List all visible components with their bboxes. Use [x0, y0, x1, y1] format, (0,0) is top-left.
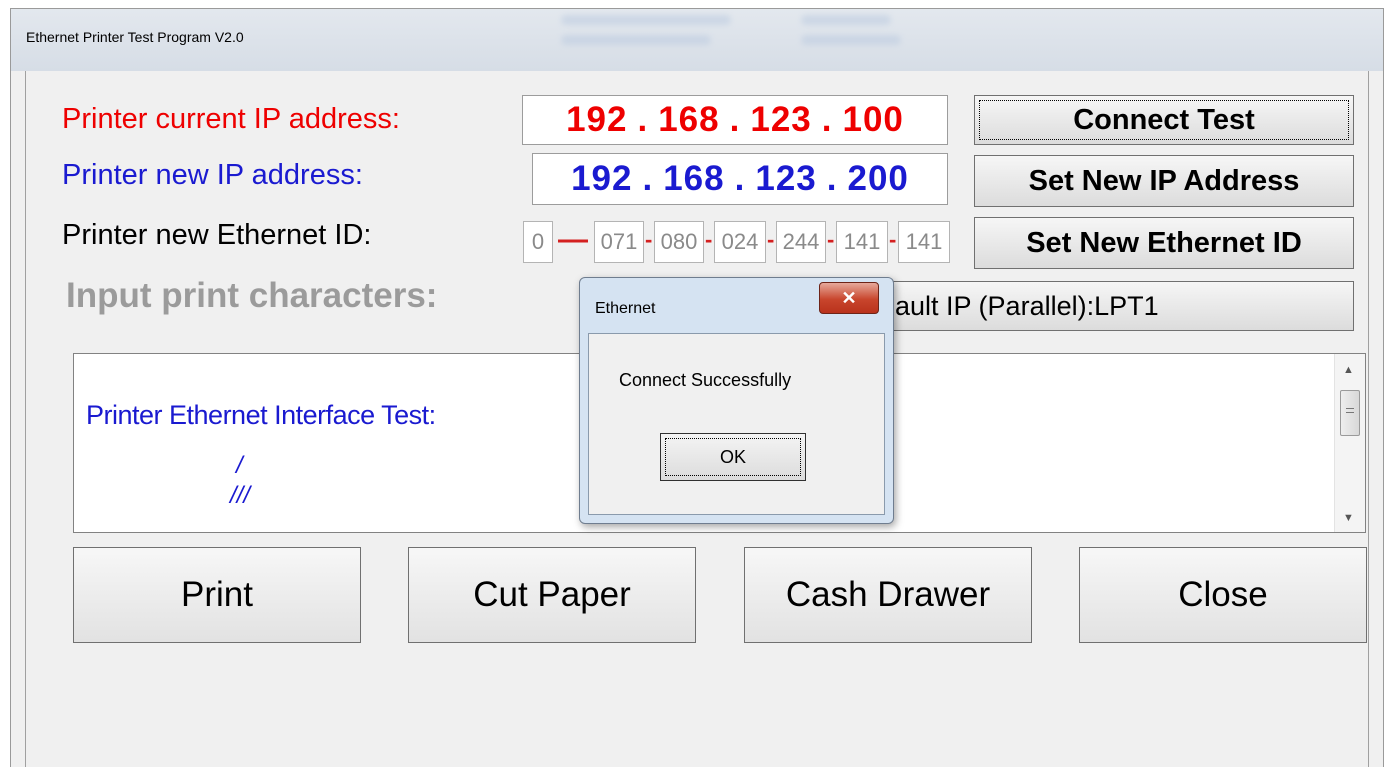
- ethernet-id-part-5[interactable]: 141: [836, 221, 888, 263]
- input-print-characters-label: Input print characters:: [66, 276, 438, 315]
- scroll-down-icon[interactable]: ▼: [1343, 512, 1354, 524]
- new-ip-octet-2[interactable]: 168: [663, 159, 724, 199]
- textarea-line-3: ///: [230, 482, 251, 509]
- eid-separator: -: [889, 227, 897, 252]
- cash-drawer-label: Cash Drawer: [785, 575, 991, 614]
- scroll-up-icon[interactable]: ▲: [1343, 364, 1354, 376]
- eid-separator: —: [558, 223, 588, 256]
- blurred-background: [801, 35, 901, 45]
- dialog-close-button[interactable]: ✕: [819, 282, 879, 314]
- focus-rect: [979, 100, 1349, 140]
- new-ip-octet-3[interactable]: 123: [755, 159, 816, 199]
- ethernet-id-part-1[interactable]: 071: [594, 221, 644, 263]
- current-ip-label: Printer current IP address:: [62, 103, 400, 135]
- title-bar: Ethernet Printer Test Program V2.0: [11, 9, 1383, 71]
- set-new-ip-button[interactable]: Set New IP Address: [974, 155, 1354, 207]
- eid-separator: -: [767, 227, 775, 252]
- current-ip-octet-2[interactable]: 168: [658, 100, 719, 140]
- ip-dot: .: [729, 100, 741, 139]
- cut-paper-button[interactable]: Cut Paper: [408, 547, 696, 643]
- close-label: Close: [1178, 575, 1268, 614]
- connect-test-button[interactable]: Connect Test: [974, 95, 1354, 145]
- eid-separator: -: [827, 227, 835, 252]
- focus-rect: [665, 438, 801, 476]
- blurred-background: [561, 35, 711, 45]
- cut-paper-label: Cut Paper: [473, 575, 631, 614]
- textarea-line-1: Printer Ethernet Interface Test:: [86, 400, 436, 430]
- textarea-scrollbar[interactable]: ▲ ▼: [1334, 354, 1365, 532]
- scroll-thumb[interactable]: [1340, 390, 1360, 436]
- close-icon: ✕: [841, 287, 857, 308]
- port-select-label: ault IP (Parallel):LPT1: [895, 290, 1159, 321]
- eid-separator: -: [705, 227, 713, 252]
- ip-dot: .: [637, 100, 649, 139]
- current-ip-octet-3[interactable]: 123: [750, 100, 811, 140]
- new-ip-octet-1[interactable]: 192: [571, 159, 632, 199]
- new-ip-field[interactable]: 192. 168. 123. 200: [532, 153, 948, 205]
- blurred-background: [801, 15, 891, 25]
- ethernet-id-prefix[interactable]: 0: [523, 221, 553, 263]
- grip-icon: [1346, 408, 1354, 413]
- set-new-ip-label: Set New IP Address: [1028, 164, 1300, 197]
- current-ip-octet-1[interactable]: 192: [566, 100, 627, 140]
- ethernet-id-part-3[interactable]: 024: [714, 221, 766, 263]
- new-ip-octet-4[interactable]: 200: [848, 159, 909, 199]
- ip-dot: .: [821, 100, 833, 139]
- current-ip-octet-4[interactable]: 100: [843, 100, 904, 140]
- ip-dot: .: [826, 159, 838, 198]
- ethernet-id-part-4[interactable]: 244: [776, 221, 826, 263]
- textarea-line-2: /: [236, 452, 243, 479]
- cash-drawer-button[interactable]: Cash Drawer: [744, 547, 1032, 643]
- ok-button[interactable]: OK: [660, 433, 806, 481]
- window-title: Ethernet Printer Test Program V2.0: [26, 29, 244, 45]
- port-select-button[interactable]: ault IP (Parallel):LPT1: [880, 281, 1354, 331]
- print-label: Print: [181, 575, 253, 614]
- current-ip-field[interactable]: 192. 168. 123. 100: [522, 95, 948, 145]
- ip-dot: .: [734, 159, 746, 198]
- message-dialog: Ethernet ✕ Connect Successfully OK: [579, 277, 894, 524]
- dialog-message: Connect Successfully: [619, 370, 792, 390]
- ethernet-id-part-2[interactable]: 080: [654, 221, 704, 263]
- ethernet-id-part-6[interactable]: 141: [898, 221, 950, 263]
- dialog-title: Ethernet: [595, 300, 656, 317]
- set-new-ethernet-id-button[interactable]: Set New Ethernet ID: [974, 217, 1354, 269]
- blurred-background: [561, 15, 731, 25]
- set-new-ethernet-id-label: Set New Ethernet ID: [1026, 226, 1302, 259]
- eid-separator: -: [645, 227, 653, 252]
- new-ethernet-id-label: Printer new Ethernet ID:: [62, 219, 372, 251]
- close-button[interactable]: Close: [1079, 547, 1367, 643]
- print-button[interactable]: Print: [73, 547, 361, 643]
- dialog-body: Connect Successfully OK: [588, 333, 885, 515]
- ip-dot: .: [642, 159, 654, 198]
- new-ip-label: Printer new IP address:: [62, 159, 363, 191]
